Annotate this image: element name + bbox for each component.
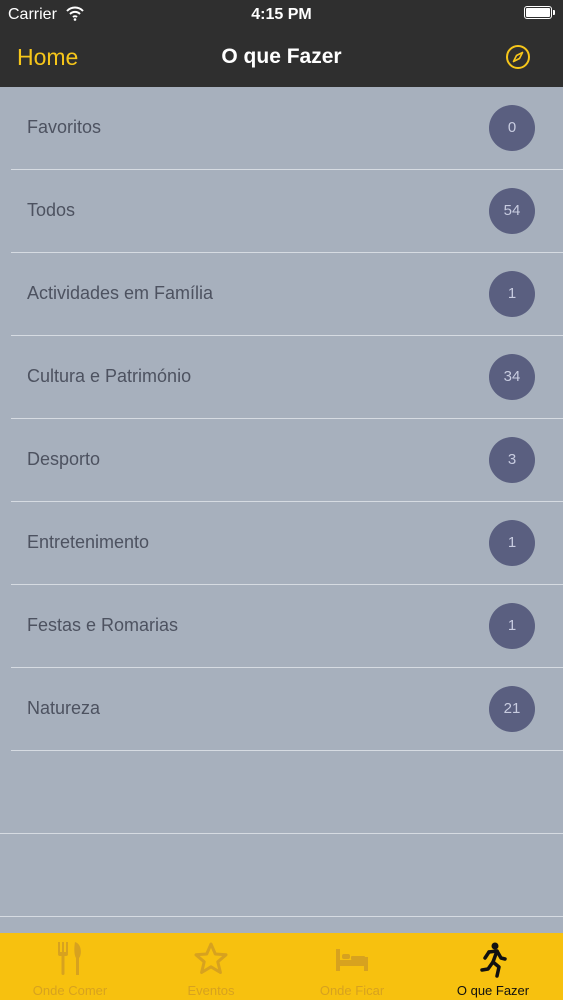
count-badge: 0: [489, 105, 535, 151]
tab-bar: Onde Comer Eventos Onde Ficar O que Faze…: [0, 933, 563, 1000]
tab-onde-comer[interactable]: Onde Comer: [0, 933, 140, 1000]
count-badge: 54: [489, 188, 535, 234]
page-title: O que Fazer: [221, 45, 342, 68]
list-item-festas-e-romarias[interactable]: Festas e Romarias 1: [11, 585, 563, 668]
list-item-label: Cultura e Património: [27, 366, 192, 386]
list-item-entretenimento[interactable]: Entretenimento 1: [11, 502, 563, 585]
list-item-label: Favoritos: [27, 117, 102, 137]
count-badge: 1: [489, 603, 535, 649]
empty-list-row: [0, 751, 563, 834]
count-badge: 1: [489, 520, 535, 566]
list-item-label: Todos: [27, 200, 76, 220]
bed-icon: [336, 949, 368, 971]
count-badge: 3: [489, 437, 535, 483]
tab-label: Eventos: [187, 983, 235, 998]
list-item-label: Entretenimento: [27, 532, 150, 552]
status-time: 4:15 PM: [251, 6, 312, 23]
count-badge: 34: [489, 354, 535, 400]
compass-icon[interactable]: [505, 44, 531, 70]
list-item-label: Desporto: [27, 449, 101, 469]
list-item-todos[interactable]: Todos 54: [11, 170, 563, 253]
list-item-label: Festas e Romarias: [27, 615, 179, 635]
fork-knife-icon: [58, 942, 81, 975]
navigation-bar: Carrier 4:15 PM Home O que Fazer: [0, 0, 563, 87]
tab-o-que-fazer[interactable]: O que Fazer: [423, 933, 563, 1000]
tab-onde-ficar[interactable]: Onde Ficar: [282, 933, 422, 1000]
count-badge: 21: [489, 686, 535, 732]
count-badge: 1: [489, 271, 535, 317]
tab-eventos[interactable]: Eventos: [141, 933, 281, 1000]
list-item-desporto[interactable]: Desporto 3: [11, 419, 563, 502]
empty-list-row: [0, 834, 563, 917]
list-item-label: Actividades em Família: [27, 283, 214, 303]
list-item-label: Natureza: [27, 698, 101, 718]
running-person-icon: [480, 942, 507, 978]
category-list: Favoritos 0 Todos 54 Actividades em Famí…: [0, 87, 563, 917]
tab-label: Onde Ficar: [319, 983, 385, 998]
star-icon: [194, 942, 228, 974]
battery-icon: [524, 6, 555, 19]
status-bar: Carrier 4:15 PM: [0, 0, 563, 28]
list-item-actividades-em-familia[interactable]: Actividades em Família 1: [11, 253, 563, 336]
list-item-favoritos[interactable]: Favoritos 0: [11, 87, 563, 170]
tab-label: Onde Comer: [32, 983, 108, 998]
tab-label: O que Fazer: [456, 983, 530, 998]
list-item-cultura-e-patrimonio[interactable]: Cultura e Património 34: [11, 336, 563, 419]
list-item-natureza[interactable]: Natureza 21: [11, 668, 563, 751]
